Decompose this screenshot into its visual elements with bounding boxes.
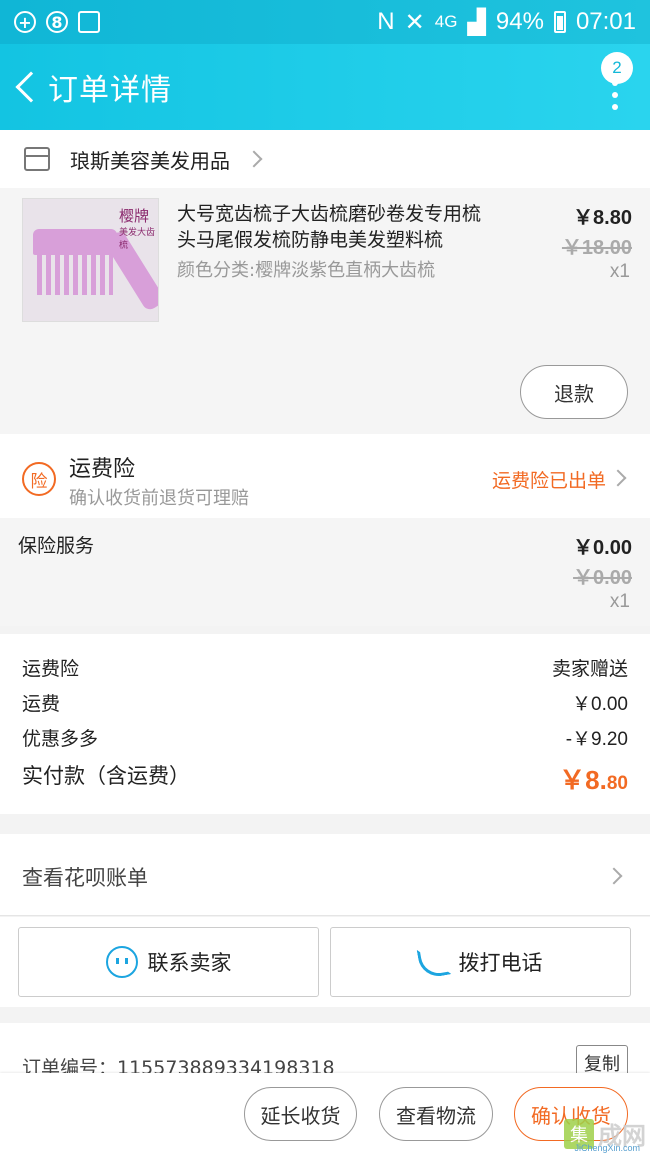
product-original-price: ￥18.00 <box>561 237 632 259</box>
service-price: ￥0.00 <box>573 537 632 559</box>
insurance-title: 运费险 <box>69 457 136 482</box>
chevron-right-icon <box>245 150 263 168</box>
product-sku: 颜色分类:樱牌淡紫色直柄大齿梳 <box>177 260 436 281</box>
image-icon <box>78 11 100 33</box>
page-title: 订单详情 <box>48 73 172 108</box>
insurance-status: 运费险已出单 <box>491 470 606 492</box>
service-original-price: ￥0.00 <box>573 567 632 589</box>
summary-row: 优惠多多 -￥9.20 <box>22 728 628 750</box>
product-quantity: x1 <box>609 261 630 282</box>
phone-icon <box>416 944 451 980</box>
thumbnail-brand-text: 樱牌 <box>119 207 150 225</box>
insurance-service-item: 保险服务 ￥0.00 ￥0.00 x1 <box>0 518 650 626</box>
chevron-right-icon <box>609 469 627 487</box>
status-bar: + 8 N ✕ 4G ▟ 94% 07:01 <box>0 0 650 44</box>
insurance-icon: 险 <box>22 462 56 496</box>
summary-row: 运费险 卖家赠送 <box>22 658 628 680</box>
watermark-url: JiChengXin.com <box>574 1143 640 1153</box>
bottom-action-bar: 延长收货 查看物流 确认收货 集 成网 JiChengXin.com <box>0 1073 650 1155</box>
view-logistics-button[interactable]: 查看物流 <box>379 1087 493 1141</box>
plus-circle-icon: + <box>14 11 36 33</box>
huabei-bill-row[interactable]: 查看花呗账单 <box>0 834 650 916</box>
store-icon <box>24 147 50 171</box>
site-watermark: 集 成网 JiChengXin.com <box>564 1116 646 1153</box>
payment-summary: 运费险 卖家赠送 运费 ￥0.00 优惠多多 -￥9.20 实付款（含运费） ￥… <box>0 634 650 814</box>
product-thumbnail: 樱牌 美发大齿梳 <box>22 198 159 322</box>
back-arrow-icon[interactable] <box>4 44 48 130</box>
shipping-insurance-row[interactable]: 险 运费险 确认收货前退货可理赔 运费险已出单 <box>0 434 650 518</box>
total-label: 实付款（含运费） <box>22 764 190 788</box>
nav-bar: 订单详情 2 <box>0 44 650 130</box>
insurance-description: 确认收货前退货可理赔 <box>69 488 249 509</box>
network-type: 4G <box>434 12 458 31</box>
total-paid-row: 实付款（含运费） ￥8.80 <box>22 760 628 797</box>
extend-receipt-button[interactable]: 延长收货 <box>244 1087 357 1141</box>
total-amount: ￥8.80 <box>559 765 628 795</box>
clock: 07:01 <box>575 8 636 35</box>
chevron-right-icon <box>605 867 623 885</box>
chat-face-icon <box>105 946 138 978</box>
thumbnail-subtitle-text: 美发大齿梳 <box>119 228 156 251</box>
call-button[interactable]: 拨打电话 <box>330 927 631 997</box>
battery-percent: 94% <box>495 8 544 35</box>
more-menu-icon[interactable] <box>612 80 620 110</box>
signal-icon: ▟ <box>467 8 486 36</box>
product-title: 大号宽齿梳子大齿梳磨砂卷发专用梳头马尾假发梳防静电美发塑料梳 <box>177 203 482 251</box>
contact-seller-button[interactable]: 联系卖家 <box>18 927 319 997</box>
refund-button[interactable]: 退款 <box>520 365 628 419</box>
product-price: ￥8.80 <box>573 207 632 229</box>
summary-row: 运费 ￥0.00 <box>22 693 628 715</box>
contact-actions: 联系卖家 拨打电话 <box>0 917 650 1007</box>
mute-icon: ✕ <box>404 8 425 36</box>
app-icon: 8 <box>46 11 68 33</box>
huabei-label: 查看花呗账单 <box>22 866 148 890</box>
nfc-icon: N <box>377 8 395 35</box>
service-name: 保险服务 <box>18 535 95 557</box>
order-item[interactable]: 樱牌 美发大齿梳 大号宽齿梳子大齿梳磨砂卷发专用梳头马尾假发梳防静电美发塑料梳 … <box>0 188 650 434</box>
battery-icon <box>553 11 566 33</box>
shop-name: 琅斯美容美发用品 <box>70 148 230 173</box>
shop-row[interactable]: 琅斯美容美发用品 <box>0 130 650 188</box>
service-quantity: x1 <box>609 591 630 612</box>
